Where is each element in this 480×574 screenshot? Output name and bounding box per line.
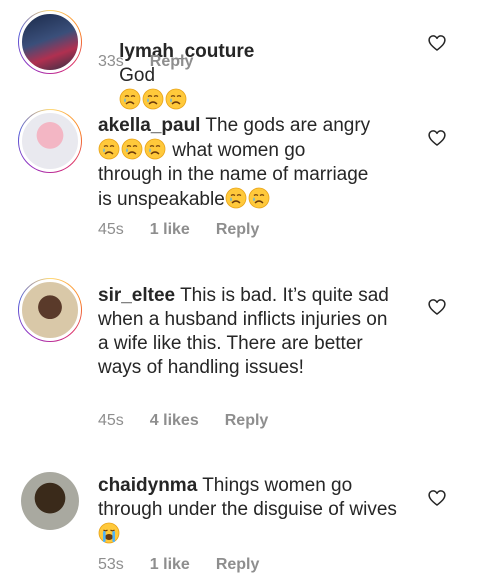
heart-outline-icon[interactable] (427, 488, 447, 508)
comment-body-line: through in the name of marriage (98, 164, 369, 185)
comment-text: sir_eltee This is bad. It’s quite sad wh… (98, 284, 403, 380)
reply-button[interactable]: Reply (150, 53, 194, 71)
comment-username[interactable]: akella_paul (98, 115, 200, 136)
comment-meta: 45s 1 like Reply (98, 221, 259, 239)
avatar[interactable] (18, 278, 82, 342)
comment-time: 33s (98, 53, 124, 70)
crying-face-emoji (121, 138, 143, 160)
crying-face-emoji (98, 138, 120, 160)
comment-body-line: what women go (172, 140, 306, 161)
crying-face-emoji (165, 88, 187, 110)
comment-meta: 45s 4 likes Reply (98, 412, 268, 430)
crying-face-emoji (142, 88, 164, 110)
avatar[interactable] (21, 472, 79, 530)
reply-button[interactable]: Reply (216, 556, 260, 574)
reply-button[interactable]: Reply (225, 412, 269, 430)
crying-face-emoji (119, 88, 141, 110)
comment-text: akella_paul The gods are angry what wome… (98, 114, 403, 212)
likes-count[interactable]: 1 like (150, 556, 190, 574)
avatar-image (19, 110, 81, 172)
comment-body-line: The gods are angry (205, 115, 371, 136)
avatar[interactable] (18, 109, 82, 173)
avatar-image (19, 279, 81, 341)
heart-outline-icon[interactable] (427, 128, 447, 148)
comment-username[interactable]: chaidynma (98, 475, 197, 496)
likes-count[interactable]: 1 like (150, 221, 190, 239)
comment-time: 53s (98, 556, 124, 573)
comment-time: 45s (98, 221, 124, 238)
heart-outline-icon[interactable] (427, 297, 447, 317)
comment-text: chaidynma Things women go through under … (98, 474, 403, 547)
avatar-image (19, 11, 81, 73)
comment-body-line: is unspeakable (98, 189, 225, 210)
avatar[interactable] (18, 10, 82, 74)
sobbing-face-emoji (98, 522, 120, 544)
reply-button[interactable]: Reply (216, 221, 260, 239)
crying-face-emoji (248, 187, 270, 209)
heart-outline-icon[interactable] (427, 33, 447, 53)
likes-count[interactable]: 4 likes (150, 412, 199, 430)
comment-time: 45s (98, 412, 124, 429)
crying-face-emoji (144, 138, 166, 160)
comment-meta: 33s Reply (98, 53, 193, 71)
crying-face-emoji (225, 187, 247, 209)
comment-meta: 53s 1 like Reply (98, 556, 259, 574)
comment-username[interactable]: sir_eltee (98, 285, 175, 306)
